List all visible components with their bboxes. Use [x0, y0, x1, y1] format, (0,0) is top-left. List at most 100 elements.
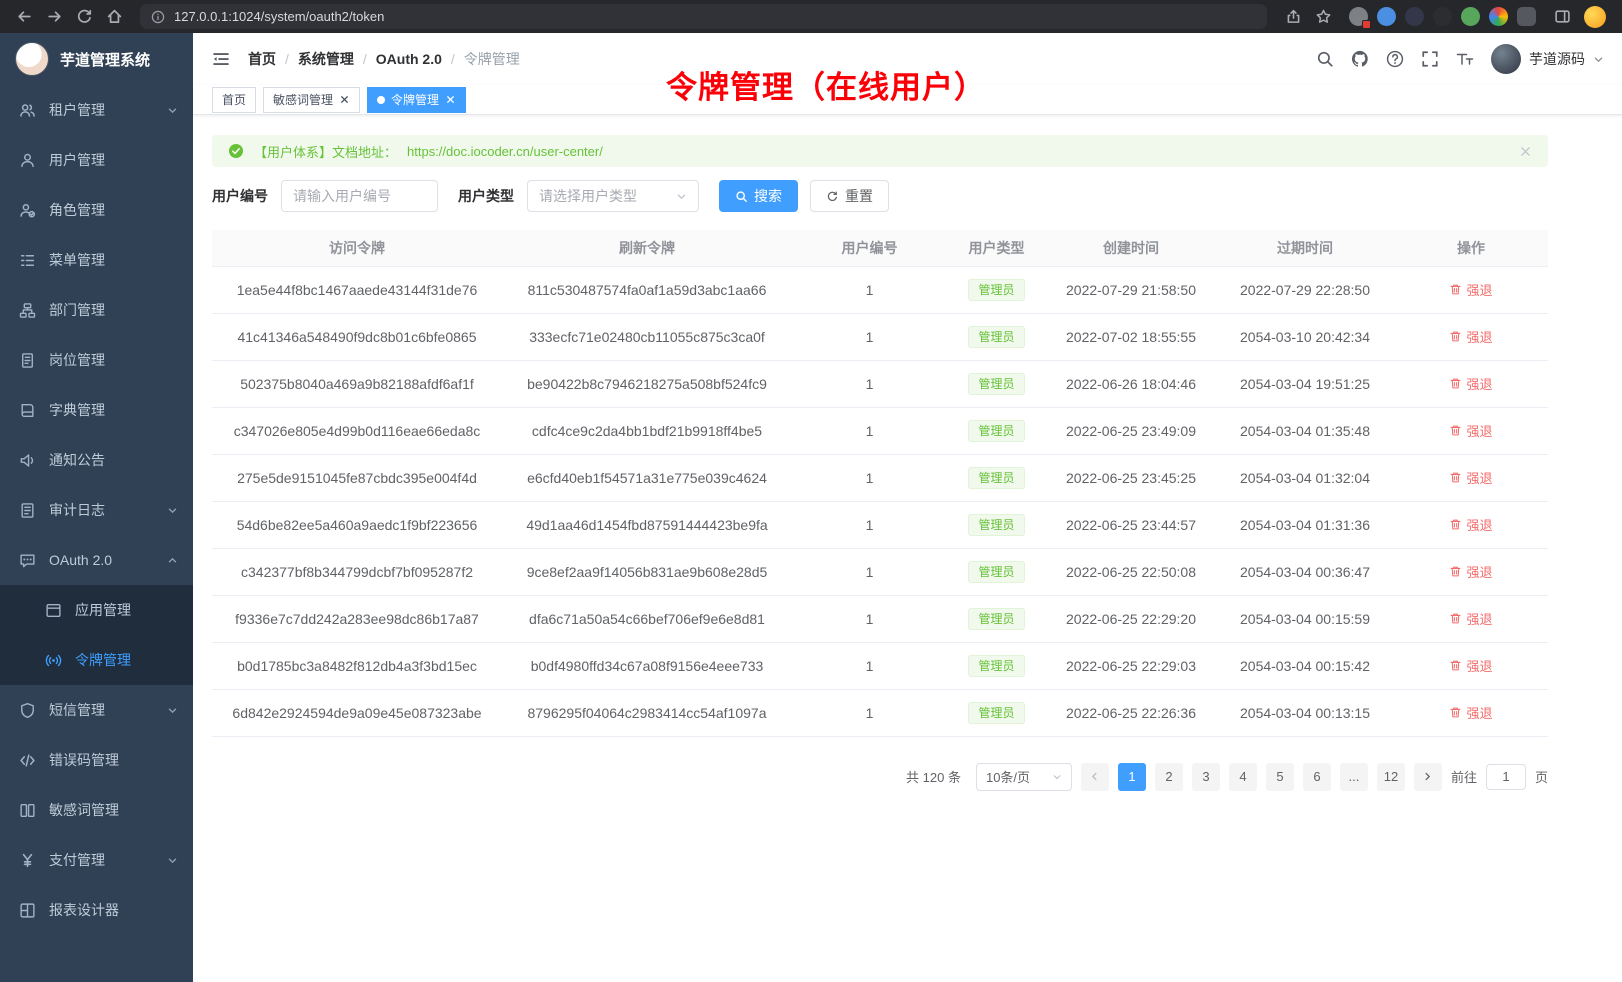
active-dot: [377, 96, 385, 104]
expire-time-cell: 2054-03-04 01:35:48: [1216, 407, 1394, 454]
page-button-5[interactable]: 5: [1266, 763, 1294, 791]
hamburger-fold-icon[interactable]: [211, 49, 231, 69]
force-logout-button[interactable]: 强退: [1449, 703, 1492, 722]
force-logout-button[interactable]: 强退: [1449, 515, 1492, 534]
alert-close-icon[interactable]: [1519, 145, 1532, 158]
extension-icon[interactable]: [1433, 7, 1452, 26]
sidebar-item-post[interactable]: 岗位管理: [0, 335, 193, 385]
created-time-cell: 2022-07-29 21:58:50: [1046, 266, 1216, 313]
extension-icon[interactable]: [1405, 7, 1424, 26]
refresh-token-cell: 811c530487574fa0af1a59d3abc1aa66: [502, 266, 792, 313]
browser-profile-avatar[interactable]: [1584, 6, 1606, 28]
tab-token[interactable]: 令牌管理: [367, 87, 466, 113]
force-logout-button[interactable]: 强退: [1449, 656, 1492, 675]
delete-icon: [1449, 330, 1462, 343]
chevron-down-icon: [167, 705, 178, 716]
force-logout-button[interactable]: 强退: [1449, 374, 1492, 393]
sidebar-item-tenant[interactable]: 租户管理: [0, 85, 193, 135]
sidebar-item-dept[interactable]: 部门管理: [0, 285, 193, 335]
sidebar-item-pay[interactable]: 支付管理: [0, 835, 193, 885]
github-icon[interactable]: [1351, 50, 1369, 68]
share-icon[interactable]: [1279, 3, 1307, 31]
sidebar-item-sms[interactable]: 短信管理: [0, 685, 193, 735]
more-pages-button[interactable]: ...: [1340, 763, 1368, 791]
page-button-4[interactable]: 4: [1229, 763, 1257, 791]
sidebar-item-dict[interactable]: 字典管理: [0, 385, 193, 435]
extension-icon[interactable]: [1461, 7, 1480, 26]
breadcrumb-home[interactable]: 首页: [248, 49, 276, 69]
breadcrumb-system[interactable]: 系统管理: [298, 49, 354, 69]
next-page-button[interactable]: [1414, 763, 1442, 791]
table-row: 6d842e2924594de9a09e45e087323abe 8796295…: [212, 689, 1548, 736]
help-icon[interactable]: [1386, 50, 1404, 68]
logo-image: [15, 42, 49, 76]
breadcrumb-current: 令牌管理: [464, 49, 520, 69]
force-logout-button[interactable]: 强退: [1449, 421, 1492, 440]
sidebar-item-oauth[interactable]: OAuth 2.0: [0, 535, 193, 585]
extension-icon[interactable]: [1489, 7, 1508, 26]
force-logout-button[interactable]: 强退: [1449, 280, 1492, 299]
reload-icon[interactable]: [70, 3, 98, 31]
expire-time-cell: 2054-03-04 00:15:59: [1216, 595, 1394, 642]
search-icon: [735, 190, 748, 203]
sidebar-item-role[interactable]: 角色管理: [0, 185, 193, 235]
user-type-select[interactable]: 请选择用户类型: [527, 180, 699, 212]
sidebar-item-notice[interactable]: 通知公告: [0, 435, 193, 485]
app-window-icon: [45, 602, 62, 619]
sidebar-item-oauth-app[interactable]: 应用管理: [0, 585, 193, 635]
back-icon[interactable]: [10, 3, 38, 31]
reset-button[interactable]: 重置: [810, 180, 889, 212]
user-id-input[interactable]: [281, 180, 438, 212]
goto-page-input[interactable]: [1486, 764, 1526, 790]
user-id-cell: 1: [792, 313, 947, 360]
user-type-badge: 管理员: [968, 561, 1024, 583]
page-button-6[interactable]: 6: [1303, 763, 1331, 791]
sidebar-item-error-code[interactable]: 错误码管理: [0, 735, 193, 785]
col-access-token: 访问令牌: [212, 230, 502, 266]
prev-page-button[interactable]: [1081, 763, 1109, 791]
extension-icon[interactable]: [1517, 7, 1536, 26]
forward-icon[interactable]: [40, 3, 68, 31]
close-icon[interactable]: [445, 94, 456, 105]
extension-icon[interactable]: [1377, 7, 1396, 26]
tab-sensitive-word[interactable]: 敏感词管理: [263, 87, 360, 113]
fullscreen-icon[interactable]: [1421, 50, 1439, 68]
home-icon[interactable]: [100, 3, 128, 31]
search-button[interactable]: 搜索: [719, 180, 798, 212]
user-type-cell: 管理员: [947, 407, 1046, 454]
force-logout-button[interactable]: 强退: [1449, 327, 1492, 346]
sidebar-item-user[interactable]: 用户管理: [0, 135, 193, 185]
sidebar-item-report-designer[interactable]: 报表设计器: [0, 885, 193, 935]
app-logo[interactable]: 芋道管理系统: [0, 33, 193, 85]
force-logout-button[interactable]: 强退: [1449, 468, 1492, 487]
sidebar-toggle-icon[interactable]: [1548, 3, 1576, 31]
delete-icon: [1449, 283, 1462, 296]
close-icon[interactable]: [339, 94, 350, 105]
force-logout-button[interactable]: 强退: [1449, 562, 1492, 581]
sidebar-item-sensitive-word[interactable]: 敏感词管理: [0, 785, 193, 835]
browser-extensions: [1349, 7, 1536, 26]
search-icon[interactable]: [1316, 50, 1334, 68]
page-size-select[interactable]: 10条/页: [976, 763, 1072, 791]
font-size-icon[interactable]: [1456, 50, 1474, 68]
sidebar-item-audit-log[interactable]: 审计日志: [0, 485, 193, 535]
user-menu[interactable]: 芋道源码: [1491, 44, 1604, 74]
tab-home[interactable]: 首页: [212, 87, 256, 113]
bookmark-star-icon[interactable]: [1309, 3, 1337, 31]
access-token-cell: 6d842e2924594de9a09e45e087323abe: [212, 689, 502, 736]
sidebar-item-menu[interactable]: 菜单管理: [0, 235, 193, 285]
site-info-icon: [151, 10, 165, 24]
address-bar[interactable]: 127.0.0.1:1024/system/oauth2/token: [140, 4, 1267, 29]
page-button-3[interactable]: 3: [1192, 763, 1220, 791]
expire-time-cell: 2022-07-29 22:28:50: [1216, 266, 1394, 313]
created-time-cell: 2022-06-25 22:50:08: [1046, 548, 1216, 595]
delete-icon: [1449, 471, 1462, 484]
page-button-2[interactable]: 2: [1155, 763, 1183, 791]
extension-icon[interactable]: [1349, 7, 1368, 26]
page-button-1[interactable]: 1: [1118, 763, 1146, 791]
doc-link[interactable]: https://doc.iocoder.cn/user-center/: [407, 144, 603, 159]
page-button-12[interactable]: 12: [1377, 763, 1405, 791]
sidebar-item-oauth-token[interactable]: 令牌管理: [0, 635, 193, 685]
force-logout-button[interactable]: 强退: [1449, 609, 1492, 628]
breadcrumb-oauth[interactable]: OAuth 2.0: [376, 51, 442, 67]
